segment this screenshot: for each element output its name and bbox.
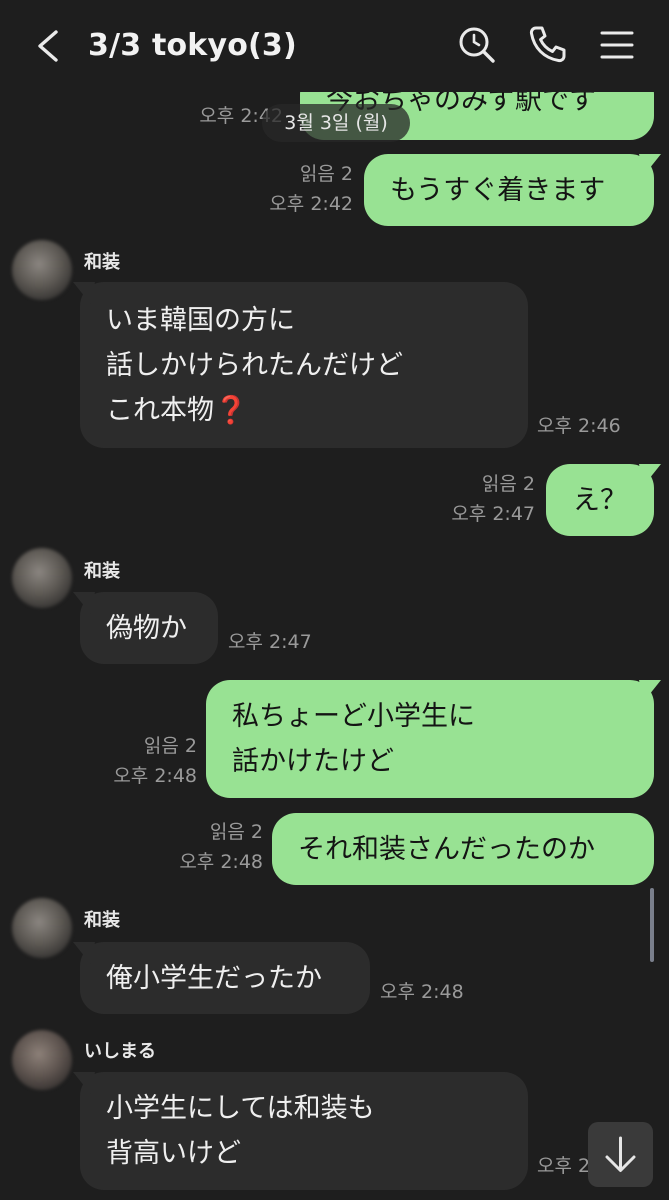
message-bubble-outgoing[interactable]: もうすぐ着きます xyxy=(364,154,654,226)
message-time: 오후 2:48 xyxy=(380,981,464,1003)
read-receipt: 읽음 2 xyxy=(209,821,263,843)
message-text: それ和装さんだったのか xyxy=(298,834,595,865)
read-receipt: 읽음 2 xyxy=(481,473,535,495)
message-bubble-incoming[interactable]: 俺小学生だったか xyxy=(80,942,370,1014)
read-receipt: 읽음 2 xyxy=(299,163,353,185)
message-text: もうすぐ着きます xyxy=(390,175,606,206)
scroll-to-bottom-button[interactable] xyxy=(588,1122,653,1187)
message-line: これ本物 xyxy=(106,395,214,426)
message-text: え？ xyxy=(573,485,627,516)
message-line: 話しかけられたんだけど xyxy=(106,350,403,381)
phone-icon[interactable] xyxy=(524,22,570,68)
message-time: 오후 2:46 xyxy=(537,415,621,437)
menu-icon[interactable] xyxy=(594,22,640,68)
message-line: 小学生にしては和装も xyxy=(106,1093,375,1124)
read-receipt: 읽음 2 xyxy=(143,735,197,757)
message-line: 偽物か xyxy=(106,613,187,644)
sender-name: いしまる xyxy=(84,1041,156,1062)
sender-name: 和装 xyxy=(84,252,120,273)
message-bubble-incoming[interactable]: 偽物か xyxy=(80,592,218,664)
sender-name: 和装 xyxy=(84,910,120,931)
message-bubble-outgoing[interactable]: それ和装さんだったのか xyxy=(272,813,654,885)
chat-title: 3/3 tokyo(3) xyxy=(88,28,297,63)
message-bubble-incoming[interactable]: いま韓国の方に 話しかけられたんだけど これ本物❓ xyxy=(80,282,528,448)
message-time: 오후 2:48 xyxy=(113,765,197,787)
message-line: 私ちょーど小学生に xyxy=(232,701,475,732)
message-time: 오후 2:47 xyxy=(451,503,535,525)
avatar[interactable] xyxy=(12,548,72,608)
avatar[interactable] xyxy=(12,240,72,300)
date-divider: 3월 3일 (월) xyxy=(262,104,410,142)
message-time: 오후 2:42 xyxy=(269,193,353,215)
message-bubble-outgoing[interactable]: 私ちょーど小学生に 話かけたけど xyxy=(206,680,654,798)
message-line: 俺小学生だったか xyxy=(106,963,322,994)
question-mark-emoji-icon: ❓ xyxy=(214,395,248,426)
sender-name: 和装 xyxy=(84,561,120,582)
message-line: 背高いけど xyxy=(106,1138,241,1169)
message-line: 話かけたけど xyxy=(232,746,394,777)
search-icon[interactable] xyxy=(454,22,500,68)
chat-header: 3/3 tokyo(3) xyxy=(0,0,669,92)
message-line: いま韓国の方に xyxy=(106,305,295,336)
message-time: 오후 2:48 xyxy=(179,851,263,873)
message-time: 오후 2:47 xyxy=(228,631,312,653)
scrollbar[interactable] xyxy=(650,888,654,962)
message-bubble-incoming[interactable]: 小学生にしては和装も 背高いけど xyxy=(80,1072,528,1190)
avatar[interactable] xyxy=(12,898,72,958)
avatar[interactable] xyxy=(12,1030,72,1090)
message-bubble-outgoing[interactable]: え？ xyxy=(546,464,654,536)
back-chevron-icon[interactable] xyxy=(28,24,68,68)
arrow-down-icon xyxy=(605,1136,636,1172)
